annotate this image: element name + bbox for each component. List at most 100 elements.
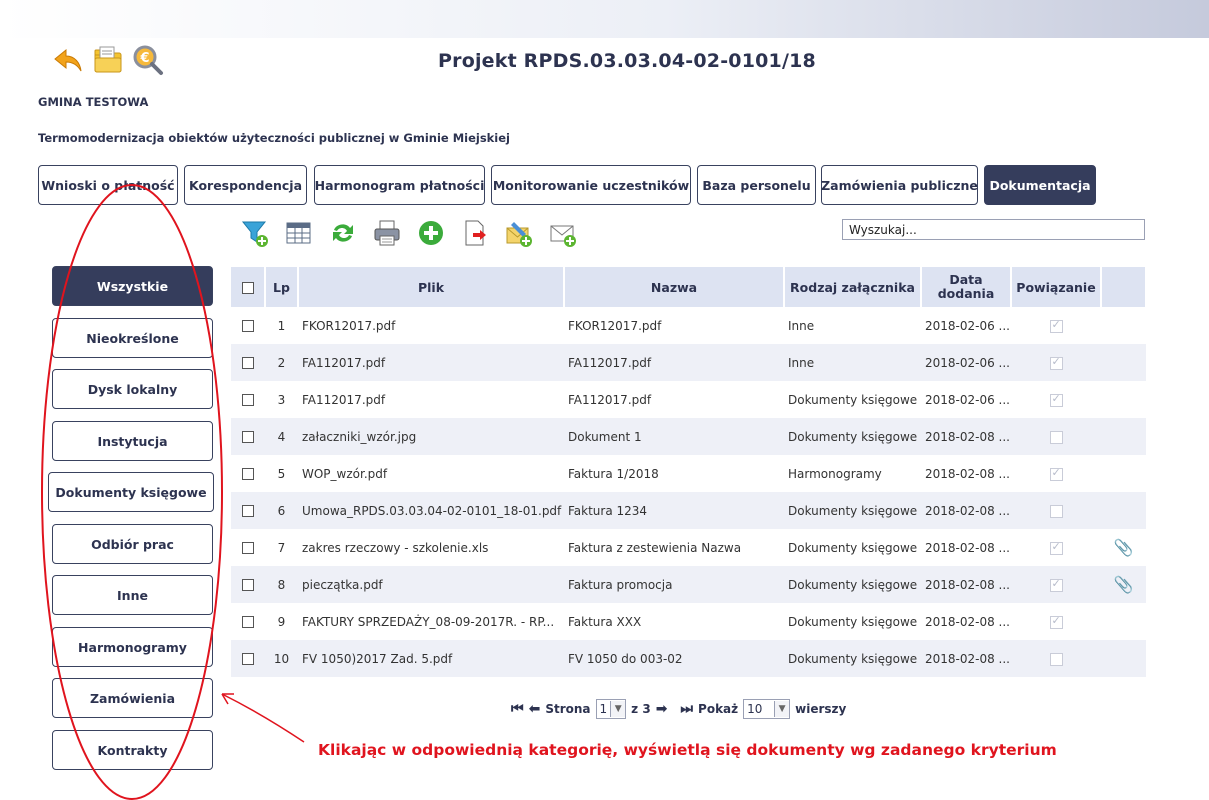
row-checkbox[interactable] <box>242 616 254 628</box>
cell-powiazanie <box>1011 492 1101 529</box>
paperclip-icon[interactable]: 📎 <box>1114 538 1134 557</box>
cell-nazwa: FKOR12017.pdf <box>568 318 662 333</box>
sidebar-item-dokumenty-ksiegowe[interactable]: Dokumenty księgowe <box>48 472 214 512</box>
row-select-cell <box>231 418 265 455</box>
folder-icon[interactable] <box>92 44 124 76</box>
page-select-value: 1 <box>599 702 608 716</box>
checkmark-icon: ✓ <box>1051 391 1061 405</box>
cell-nazwa: Faktura XXX <box>568 614 642 629</box>
row-checkbox[interactable] <box>242 468 254 480</box>
column-header-lp[interactable]: Lp <box>265 267 299 307</box>
print-icon[interactable] <box>372 218 402 248</box>
filter-add-icon[interactable] <box>240 218 270 248</box>
sidebar-item-odbior-prac[interactable]: Odbiór prac <box>52 524 213 564</box>
table-row[interactable]: 3 FA112017.pdf FA112017.pdf Dokumenty księg… <box>231 381 1146 418</box>
cell-attachment <box>1101 492 1146 529</box>
next-page-icon[interactable]: ➡ <box>656 701 668 717</box>
linked-checkbox <box>1049 504 1063 518</box>
cell-rodzaj: Dokumenty księgowe <box>784 566 921 603</box>
table-row[interactable]: 8 pieczątka.pdf Faktura promocja Dokumenty … <box>231 566 1146 603</box>
mail-add-icon[interactable] <box>548 218 578 248</box>
table-row[interactable]: 1 FKOR12017.pdf FKOR12017.pdf Inne 2018-02-0… <box>231 307 1146 344</box>
table-row[interactable]: 10 FV 1050)2017 Zad. 5.pdf FV 1050 do 003-… <box>231 640 1146 677</box>
tab-harmonogram-platnosci[interactable]: Harmonogram płatności <box>314 165 485 205</box>
previous-page-icon[interactable]: ⬅ <box>529 701 541 717</box>
cell-attachment <box>1101 603 1146 640</box>
cell-data: 2018-02-08 ... <box>925 614 1010 629</box>
table-row[interactable]: 4 załaczniki_wzór.jpg Dokument 1 Dokumenty … <box>231 418 1146 455</box>
organization-name: GMINA TESTOWA <box>38 95 149 109</box>
cell-lp: 7 <box>277 540 286 555</box>
row-select-cell <box>231 529 265 566</box>
page-size-select[interactable]: 10 ▼ <box>743 699 791 719</box>
paperclip-icon[interactable]: 📎 <box>1114 575 1134 594</box>
refresh-icon[interactable] <box>328 218 358 248</box>
cell-powiazanie: ✓ <box>1011 566 1101 603</box>
row-checkbox[interactable] <box>242 394 254 406</box>
first-page-icon[interactable]: ⏮ <box>511 701 524 717</box>
column-header-rodzaj-zalacznika[interactable]: Rodzaj załącznika <box>784 267 922 307</box>
export-icon[interactable] <box>460 218 490 248</box>
sidebar-item-nieokreslone[interactable]: Nieokreślone <box>52 318 213 358</box>
sidebar-item-zamowienia[interactable]: Zamówienia <box>52 678 213 718</box>
column-header-powiazanie[interactable]: Powiązanie <box>1011 267 1102 307</box>
sidebar-item-instytucja[interactable]: Instytucja <box>52 421 213 461</box>
euro-search-icon[interactable]: € <box>132 44 164 76</box>
tab-monitorowanie-uczestnikow[interactable]: Monitorowanie uczestników <box>491 165 691 205</box>
tab-korespondencja[interactable]: Korespondencja <box>184 165 307 205</box>
column-header-nazwa[interactable]: Nazwa <box>564 267 785 307</box>
row-checkbox[interactable] <box>242 320 254 332</box>
sidebar-item-wszystkie[interactable]: Wszystkie <box>52 266 213 306</box>
column-header-data-line2: dodania <box>937 286 995 301</box>
row-checkbox[interactable] <box>242 431 254 443</box>
page-count-label: z 3 <box>631 702 651 716</box>
search-input[interactable] <box>842 219 1145 240</box>
row-checkbox[interactable] <box>242 357 254 369</box>
page-select[interactable]: 1 ▼ <box>595 699 627 719</box>
linked-checkbox: ✓ <box>1049 355 1063 370</box>
sidebar-item-inne[interactable]: Inne <box>52 575 213 615</box>
tab-zamowienia-publiczne[interactable]: Zamówienia publiczne <box>821 165 978 205</box>
cell-nazwa: Faktura 1234 <box>564 492 784 529</box>
linked-checkbox: ✓ <box>1049 465 1063 481</box>
cell-powiazanie: ✓ <box>1011 307 1101 344</box>
row-checkbox[interactable] <box>242 653 254 665</box>
last-page-icon[interactable]: ⏭ <box>680 701 693 717</box>
tab-wnioski-o-platnosc[interactable]: Wnioski o płatność <box>38 165 178 205</box>
column-header-plik[interactable]: Plik <box>298 267 565 307</box>
cell-nazwa: Faktura promocja <box>564 566 784 603</box>
table-row[interactable]: 9 FAKTURY SPRZEDAŻY_08-09-2017R. - RP... F… <box>231 603 1146 640</box>
top-icon-bar: € <box>52 44 164 76</box>
sidebar-item-dysk-lokalny[interactable]: Dysk lokalny <box>52 369 213 409</box>
row-checkbox[interactable] <box>242 505 254 517</box>
tab-dokumentacja[interactable]: Dokumentacja <box>984 165 1096 205</box>
select-all-checkbox[interactable] <box>241 282 254 294</box>
add-icon[interactable] <box>416 218 446 248</box>
edit-attachment-icon[interactable] <box>504 218 534 248</box>
back-arrow-icon[interactable] <box>52 44 84 76</box>
tab-baza-personelu[interactable]: Baza personelu <box>697 165 816 205</box>
cell-lp: 3 <box>277 392 286 407</box>
column-header-data-line1: Data <box>949 272 983 287</box>
sidebar-item-harmonogramy[interactable]: Harmonogramy <box>52 627 213 667</box>
table-row[interactable]: 7 zakres rzeczowy - szkolenie.xls Faktura … <box>231 529 1146 566</box>
table-columns-icon[interactable] <box>284 218 314 248</box>
sidebar-item-kontrakty[interactable]: Kontrakty <box>52 730 213 770</box>
table-row[interactable]: 6 Umowa_RPDS.03.03.04-02-0101_18-01.pdf Fa… <box>231 492 1146 529</box>
column-header-data-dodania[interactable]: Data dodania <box>921 267 1012 307</box>
row-select-cell <box>231 640 265 677</box>
cell-rodzaj: Inne <box>784 344 921 381</box>
table-row[interactable]: 5 WOP_wzór.pdf Faktura 1/2018 Harmonogramy 2… <box>231 455 1146 492</box>
cell-lp: 6 <box>265 492 298 529</box>
table-row[interactable]: 2 FA112017.pdf FA112017.pdf Inne 2018-02-06 … <box>231 344 1146 381</box>
cell-plik: Umowa_RPDS.03.03.04-02-0101_18-01.pdf <box>298 492 564 529</box>
row-checkbox[interactable] <box>242 579 254 591</box>
checkmark-icon: ✓ <box>1051 317 1061 331</box>
checkmark-icon: ✓ <box>1051 576 1061 590</box>
page-size-value: 10 <box>747 702 763 716</box>
cell-attachment <box>1101 455 1146 492</box>
documents-table: Lp Plik Nazwa Rodzaj załącznika Data dod… <box>231 267 1147 677</box>
row-checkbox[interactable] <box>242 542 254 554</box>
checkmark-icon: ✓ <box>1051 465 1061 479</box>
svg-text:€: € <box>139 51 149 66</box>
